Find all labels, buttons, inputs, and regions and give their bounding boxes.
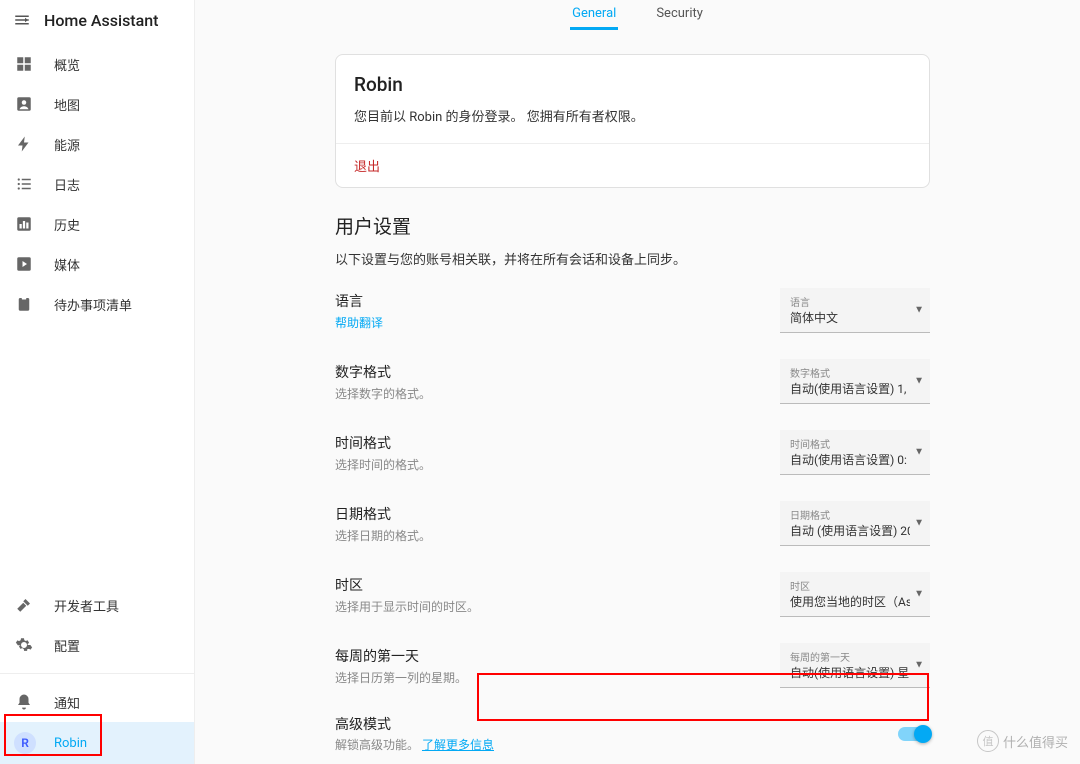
nav-secondary: 开发者工具 配置: [0, 581, 194, 665]
setting-row-date-format: 日期格式 选择日期的格式。 日期格式 自动 (使用语言设置) 20 ▼: [335, 501, 930, 546]
sidebar-item-settings[interactable]: 配置: [0, 625, 194, 665]
chevron-down-icon: ▼: [914, 305, 924, 316]
setting-title: 时区: [335, 575, 760, 595]
advanced-mode-subtitle: 解锁高级功能。 了解更多信息: [335, 736, 494, 753]
sidebar-item-energy[interactable]: 能源: [0, 124, 194, 164]
sidebar-item-notifications[interactable]: 通知: [0, 682, 194, 722]
sidebar-user-row[interactable]: R Robin: [0, 722, 194, 764]
user-settings-title: 用户设置: [335, 212, 930, 239]
list-icon: [14, 174, 34, 194]
time-format-dropdown[interactable]: 时间格式 自动(使用语言设置) 0: ▼: [780, 430, 930, 475]
sidebar-item-label: 媒体: [54, 255, 80, 274]
help-translate-link[interactable]: 帮助翻译: [335, 314, 383, 331]
tab-security[interactable]: Security: [654, 0, 705, 30]
profile-desc: 您目前以 Robin 的身份登录。 您拥有所有者权限。: [354, 106, 911, 125]
profile-name: Robin: [354, 73, 911, 96]
sidebar-item-label: 配置: [54, 636, 80, 655]
logout-button[interactable]: 退出: [354, 160, 380, 175]
setting-title: 每周的第一天: [335, 646, 760, 666]
toggle-knob: [914, 725, 932, 743]
setting-subtitle: 选择时间的格式。: [335, 456, 760, 473]
setting-row-language: 语言 帮助翻译 语言 简体中文 ▼: [335, 288, 930, 333]
chevron-down-icon: ▼: [914, 447, 924, 458]
sidebar-item-label: 待办事项清单: [54, 295, 132, 314]
sidebar-item-history[interactable]: 历史: [0, 204, 194, 244]
sidebar-item-todo[interactable]: 待办事项清单: [0, 284, 194, 324]
setting-subtitle: 选择数字的格式。: [335, 385, 760, 402]
main-content: General Security Robin 您目前以 Robin 的身份登录。…: [195, 0, 1080, 764]
setting-row-timezone: 时区 选择用于显示时间的时区。 时区 使用您当地的时区（As ▼: [335, 572, 930, 617]
bolt-icon: [14, 134, 34, 154]
sidebar-item-label: 历史: [54, 215, 80, 234]
dashboard-icon: [14, 54, 34, 74]
sidebar-item-label: 概览: [54, 55, 80, 74]
profile-card: Robin 您目前以 Robin 的身份登录。 您拥有所有者权限。 退出: [335, 54, 930, 188]
sidebar-user-name: Robin: [54, 736, 87, 751]
advanced-mode-title: 高级模式: [335, 714, 494, 734]
menu-collapse-icon[interactable]: [12, 10, 32, 30]
nav-primary: 概览 地图 能源 日志 历史 媒体: [0, 40, 194, 324]
chevron-down-icon: ▼: [914, 518, 924, 529]
sidebar-item-media[interactable]: 媒体: [0, 244, 194, 284]
chevron-down-icon: ▼: [914, 660, 924, 671]
timezone-dropdown[interactable]: 时区 使用您当地的时区（As ▼: [780, 572, 930, 617]
setting-row-number-format: 数字格式 选择数字的格式。 数字格式 自动(使用语言设置) 1, ▼: [335, 359, 930, 404]
gear-icon: [14, 635, 34, 655]
setting-title: 时间格式: [335, 433, 760, 453]
date-format-dropdown[interactable]: 日期格式 自动 (使用语言设置) 20 ▼: [780, 501, 930, 546]
clipboard-icon: [14, 294, 34, 314]
sidebar-item-label: 通知: [54, 693, 80, 712]
first-day-dropdown[interactable]: 每周的第一天 自动(使用语言设置) 星 ▼: [780, 643, 930, 688]
tabs: General Security: [195, 0, 1080, 30]
language-dropdown[interactable]: 语言 简体中文 ▼: [780, 288, 930, 333]
product-title: Home Assistant: [44, 11, 159, 30]
user-settings-desc: 以下设置与您的账号相关联，并将在所有会话和设备上同步。: [335, 249, 930, 268]
tab-general[interactable]: General: [570, 0, 618, 30]
sidebar: Home Assistant 概览 地图 能源 日志 历史: [0, 0, 195, 764]
chevron-down-icon: ▼: [914, 589, 924, 600]
setting-subtitle: 选择用于显示时间的时区。: [335, 598, 760, 615]
play-icon: [14, 254, 34, 274]
learn-more-link[interactable]: 了解更多信息: [422, 738, 494, 752]
sidebar-item-overview[interactable]: 概览: [0, 44, 194, 84]
setting-title: 语言: [335, 291, 760, 311]
sidebar-item-logbook[interactable]: 日志: [0, 164, 194, 204]
setting-title: 数字格式: [335, 362, 760, 382]
sidebar-item-map[interactable]: 地图: [0, 84, 194, 124]
setting-row-first-day: 每周的第一天 选择日历第一列的星期。 每周的第一天 自动(使用语言设置) 星 ▼: [335, 643, 930, 688]
setting-row-time-format: 时间格式 选择时间的格式。 时间格式 自动(使用语言设置) 0: ▼: [335, 430, 930, 475]
sidebar-item-devtools[interactable]: 开发者工具: [0, 585, 194, 625]
account-box-icon: [14, 94, 34, 114]
chevron-down-icon: ▼: [914, 376, 924, 387]
avatar: R: [14, 732, 36, 754]
sidebar-item-label: 日志: [54, 175, 80, 194]
chart-icon: [14, 214, 34, 234]
setting-subtitle: 选择日期的格式。: [335, 527, 760, 544]
hammer-icon: [14, 595, 34, 615]
advanced-mode-toggle[interactable]: [898, 727, 930, 741]
setting-title: 日期格式: [335, 504, 760, 524]
number-format-dropdown[interactable]: 数字格式 自动(使用语言设置) 1, ▼: [780, 359, 930, 404]
setting-row-advanced-mode: 高级模式 解锁高级功能。 了解更多信息: [335, 714, 930, 753]
sidebar-item-label: 能源: [54, 135, 80, 154]
sidebar-item-label: 地图: [54, 95, 80, 114]
setting-subtitle: 选择日历第一列的星期。: [335, 669, 760, 686]
bell-icon: [14, 692, 34, 712]
user-settings-section: 用户设置 以下设置与您的账号相关联，并将在所有会话和设备上同步。 语言 帮助翻译…: [335, 212, 930, 753]
sidebar-item-label: 开发者工具: [54, 596, 119, 615]
